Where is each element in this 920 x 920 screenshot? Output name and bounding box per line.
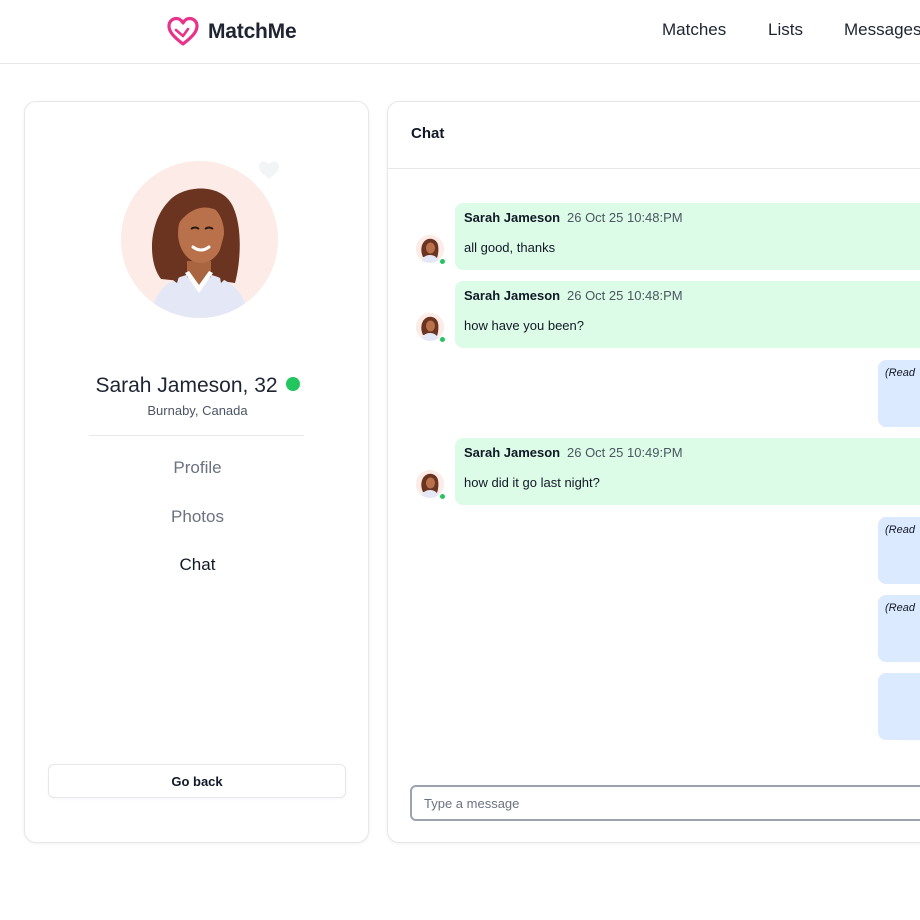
nav-matches-link[interactable]: Matches [662,20,726,40]
read-receipt: (Read [885,602,915,614]
incoming-message-bubble: Sarah Jameson 26 Oct 25 10:48:PM how hav… [455,281,920,348]
message-text: how did it go last night? [464,475,600,490]
profile-avatar [121,161,278,318]
online-status-dot [439,493,446,500]
profile-menu-chat[interactable]: Chat [25,555,370,575]
nav-lists-link[interactable]: Lists [768,20,803,40]
read-receipt: (Read [885,524,915,536]
profile-divider [89,435,304,436]
chat-header: Chat [388,102,920,169]
favorite-heart-icon[interactable] [257,158,281,182]
message-avatar [416,313,446,343]
chat-panel: Chat Sarah Jameson 26 Oct 25 10:48:PM al… [387,101,920,843]
message-text: how have you been? [464,318,584,333]
outgoing-message-bubble [878,673,920,740]
main-nav: Matches Lists Messages [0,20,920,44]
message-text: all good, thanks [464,240,556,255]
top-nav-bar: MatchMe Matches Lists Messages [0,0,920,64]
profile-menu-photos[interactable]: Photos [25,507,370,527]
message-timestamp: 26 Oct 25 10:48:PM [567,210,683,225]
profile-name-row: Sarah Jameson, 32 [25,374,370,398]
message-avatar [416,235,446,265]
message-timestamp: 26 Oct 25 10:49:PM [567,445,683,460]
message-sender: Sarah Jameson [464,210,561,225]
message-input[interactable] [410,785,920,821]
profile-name-age: Sarah Jameson, 32 [95,374,278,397]
online-status-dot [439,336,446,343]
outgoing-message-bubble: (Read [878,517,920,584]
woman-portrait-illustration [121,161,278,318]
outgoing-message-bubble: (Read [878,360,920,427]
outgoing-message-bubble: (Read [878,595,920,662]
read-receipt: (Read [885,367,915,379]
online-status-dot [439,258,446,265]
incoming-message-bubble: Sarah Jameson 26 Oct 25 10:49:PM how did… [455,438,920,505]
chat-title: Chat [411,125,445,142]
go-back-button[interactable]: Go back [48,764,346,798]
profile-location: Burnaby, Canada [147,403,248,418]
message-sender: Sarah Jameson [464,288,561,303]
profile-menu-profile[interactable]: Profile [25,458,370,478]
message-timestamp: 26 Oct 25 10:48:PM [567,288,683,303]
nav-messages-link[interactable]: Messages [844,20,920,40]
incoming-message-bubble: Sarah Jameson 26 Oct 25 10:48:PM all goo… [455,203,920,270]
profile-sidebar-card: Sarah Jameson, 32 Burnaby, Canada Profil… [24,101,369,843]
online-status-dot [285,377,300,391]
message-sender: Sarah Jameson [464,445,561,460]
message-avatar [416,470,446,500]
